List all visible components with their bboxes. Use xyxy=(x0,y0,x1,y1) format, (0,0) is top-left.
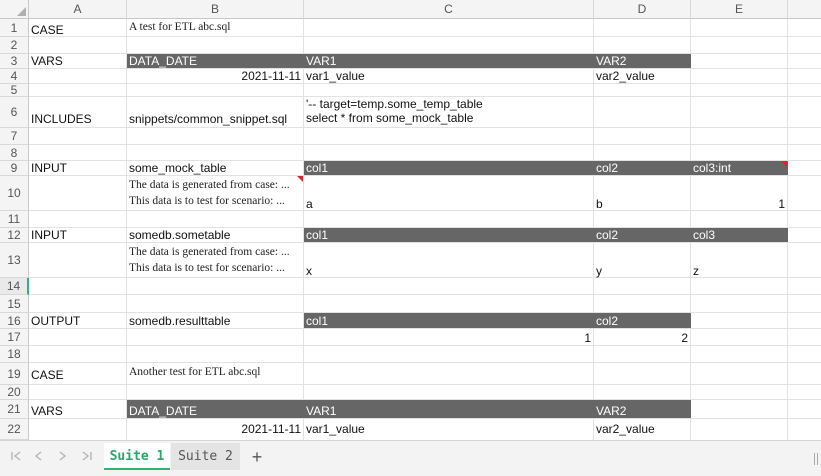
first-sheet-icon[interactable] xyxy=(6,449,26,467)
row-header-3[interactable]: 3 xyxy=(0,54,29,69)
grid-line xyxy=(29,36,821,37)
cell-b3[interactable]: DATA_DATE xyxy=(127,54,303,68)
sheet-tab-suite-2[interactable]: Suite 2 xyxy=(171,443,240,470)
cell-c13[interactable]: x xyxy=(304,264,593,278)
grid-line xyxy=(29,384,821,385)
cell-d12[interactable]: col2 xyxy=(594,228,690,242)
cell-c16[interactable]: col1 xyxy=(304,313,593,328)
column-header-b[interactable]: B xyxy=(127,0,304,19)
cell-c17[interactable]: 1 xyxy=(304,331,593,346)
sheet-tab-suite-1[interactable]: Suite 1 xyxy=(104,443,170,470)
cell-c21[interactable]: VAR1 xyxy=(304,400,593,418)
cell-d10[interactable]: b xyxy=(594,197,690,211)
cell-a21[interactable]: VARS xyxy=(29,403,126,419)
cell-a3[interactable]: VARS xyxy=(29,54,126,69)
cell-b9[interactable]: some_mock_table xyxy=(127,161,303,176)
cell-b1[interactable]: A test for ETL abc.sql xyxy=(127,19,303,36)
grid-line xyxy=(29,294,821,295)
row-header-2[interactable]: 2 xyxy=(0,37,29,54)
splitter-handle[interactable] xyxy=(814,453,815,465)
cell-c6-line2[interactable]: select * from some_mock_table xyxy=(304,111,593,126)
cell-d16[interactable]: col2 xyxy=(594,313,690,328)
cell-a9[interactable]: INPUT xyxy=(29,161,126,176)
row-header-12[interactable]: 12 xyxy=(0,228,29,243)
cell-c6-line1[interactable]: '-- target=temp.some_temp_table xyxy=(304,97,593,111)
cell-b10-line2[interactable]: This data is to test for scenario: ... xyxy=(127,194,303,209)
cell-d13[interactable]: y xyxy=(594,264,690,278)
cell-c12[interactable]: col1 xyxy=(304,228,593,242)
cell-e12[interactable]: col3 xyxy=(691,228,787,242)
grid-line xyxy=(29,418,821,419)
add-sheet-icon[interactable]: + xyxy=(247,447,267,467)
row-header-7[interactable]: 7 xyxy=(0,128,29,145)
grid-line xyxy=(29,127,821,128)
row-header-9[interactable]: 9 xyxy=(0,161,29,176)
row-header-19[interactable]: 19 xyxy=(0,363,29,385)
row-header-21[interactable]: 21 xyxy=(0,400,29,419)
sheet-tab-bar: Suite 1 Suite 2 + xyxy=(0,440,821,476)
column-header-a[interactable]: A xyxy=(29,0,127,19)
cell-a6[interactable]: INCLUDES xyxy=(29,111,126,127)
cell-b16[interactable]: somedb.resulttable xyxy=(127,314,303,329)
cell-d22[interactable]: var2_value xyxy=(594,421,690,437)
column-header-c[interactable]: C xyxy=(304,0,594,19)
column-header-d[interactable]: D xyxy=(594,0,691,19)
select-all-corner[interactable] xyxy=(0,0,29,19)
cell-c4[interactable]: var1_value xyxy=(304,69,593,83)
row-header-5[interactable]: 5 xyxy=(0,83,29,97)
row-header-4[interactable]: 4 xyxy=(0,69,29,84)
cell-a16[interactable]: OUTPUT xyxy=(29,314,126,329)
cell-c10[interactable]: a xyxy=(304,197,593,211)
cell-b22[interactable]: 2021-11-11 xyxy=(127,421,303,437)
cell-d21[interactable]: VAR2 xyxy=(594,400,690,418)
row-header-22[interactable]: 22 xyxy=(0,419,29,440)
row-header-1[interactable]: 1 xyxy=(0,19,29,37)
cell-b10-line1[interactable]: The data is generated from case: ... xyxy=(127,178,303,193)
cell-c9[interactable]: col1 xyxy=(304,161,593,175)
select-all-icon xyxy=(17,7,26,16)
cell-b6[interactable]: snippets/common_snippet.sql xyxy=(127,111,303,127)
row-header-8[interactable]: 8 xyxy=(0,145,29,161)
next-sheet-icon[interactable] xyxy=(52,449,72,467)
cell-d17[interactable]: 2 xyxy=(594,331,690,346)
cell-b21[interactable]: DATA_DATE xyxy=(127,400,303,418)
splitter-handle[interactable] xyxy=(817,453,818,465)
cell-d3[interactable]: VAR2 xyxy=(594,54,690,68)
cell-a19[interactable]: CASE xyxy=(29,367,126,384)
row-header-6[interactable]: 6 xyxy=(0,97,29,128)
cell-c3[interactable]: VAR1 xyxy=(304,54,593,68)
cell-b13-line1[interactable]: The data is generated from case: ... xyxy=(127,245,303,260)
cell-e9[interactable]: col3:int xyxy=(691,161,787,175)
row-header-14[interactable]: 14 xyxy=(0,278,29,295)
last-sheet-icon[interactable] xyxy=(77,449,97,467)
grid-line xyxy=(29,83,821,84)
spreadsheet-grid[interactable]: A B C D E 1 2 3 4 5 6 7 8 9 10 11 12 13 … xyxy=(0,0,821,440)
grid-line xyxy=(29,144,821,145)
cell-d4[interactable]: var2_value xyxy=(594,69,690,83)
column-header-e[interactable]: E xyxy=(691,0,788,19)
prev-sheet-icon[interactable] xyxy=(29,449,49,467)
cell-e13[interactable]: z xyxy=(691,264,787,278)
row-header-13[interactable]: 13 xyxy=(0,243,29,278)
cell-b12[interactable]: somedb.sometable xyxy=(127,228,303,243)
row-header-20[interactable]: 20 xyxy=(0,385,29,400)
row-header-15[interactable]: 15 xyxy=(0,295,29,313)
cell-c22[interactable]: var1_value xyxy=(304,421,593,437)
cell-a12[interactable]: INPUT xyxy=(29,228,126,243)
row-header-16[interactable]: 16 xyxy=(0,313,29,329)
comment-indicator-icon[interactable] xyxy=(781,161,787,167)
cell-b4[interactable]: 2021-11-11 xyxy=(127,69,303,83)
cell-b19[interactable]: Another test for ETL abc.sql xyxy=(127,363,303,381)
row-header-18[interactable]: 18 xyxy=(0,346,29,363)
row-header-10[interactable]: 10 xyxy=(0,176,29,211)
row-header-11[interactable]: 11 xyxy=(0,211,29,228)
cell-a1[interactable]: CASE xyxy=(29,22,126,38)
cell-e10[interactable]: 1 xyxy=(691,197,787,211)
comment-indicator-icon[interactable] xyxy=(297,176,303,182)
row-header-17[interactable]: 17 xyxy=(0,329,29,346)
cell-b13-line2[interactable]: This data is to test for scenario: ... xyxy=(127,261,303,276)
column-header-f[interactable] xyxy=(788,0,821,19)
cell-d9[interactable]: col2 xyxy=(594,161,690,175)
